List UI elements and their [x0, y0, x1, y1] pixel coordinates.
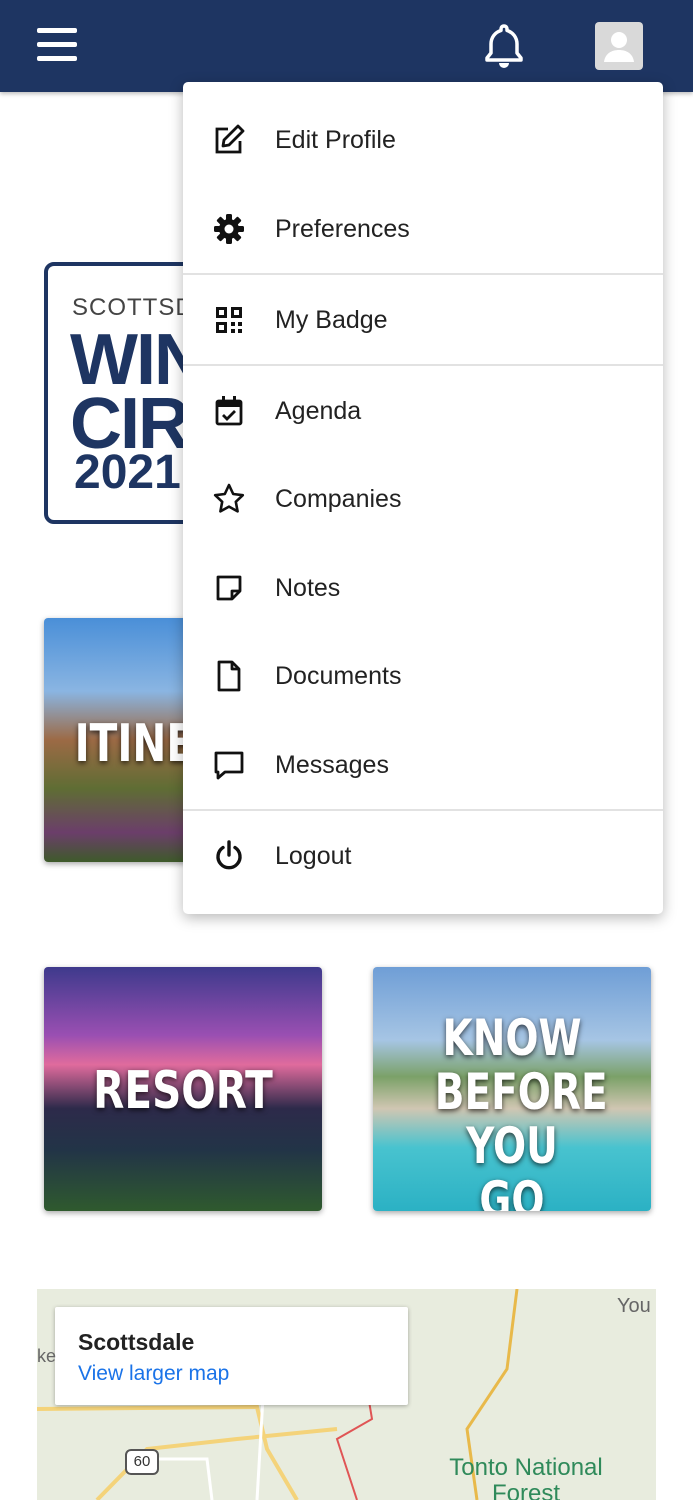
user-dropdown-menu: Edit Profile Preferences My Badge Agenda…	[183, 82, 663, 914]
logo-year: 2021	[74, 446, 181, 499]
calendar-check-icon	[211, 393, 247, 429]
edit-icon	[211, 122, 247, 158]
resort-tile[interactable]: RESORT	[44, 967, 322, 1211]
menu-item-messages[interactable]: Messages	[183, 725, 663, 805]
map-label-forest: Tonto National Forest	[449, 1454, 603, 1500]
menu-item-label: Companies	[275, 484, 402, 513]
menu-item-label: Edit Profile	[275, 125, 396, 154]
location-map[interactable]: Scottsdale View larger map You ke 60 Ton…	[37, 1289, 656, 1500]
menu-item-companies[interactable]: Companies	[183, 459, 663, 539]
message-icon	[211, 747, 247, 783]
menu-item-logout[interactable]: Logout	[183, 816, 663, 896]
gear-icon	[211, 211, 247, 247]
menu-item-label: Logout	[275, 841, 352, 870]
menu-item-label: Preferences	[275, 214, 410, 243]
menu-item-label: Messages	[275, 750, 389, 779]
know-before-you-go-tile[interactable]: KNOW BEFORE YOU GO	[373, 967, 651, 1211]
view-larger-map-link[interactable]: View larger map	[78, 1362, 229, 1386]
power-icon	[211, 838, 247, 874]
map-label-ke: ke	[37, 1346, 57, 1366]
menu-item-documents[interactable]: Documents	[183, 636, 663, 716]
menu-divider	[183, 273, 663, 275]
document-icon	[211, 658, 247, 694]
user-avatar-icon[interactable]	[595, 22, 643, 70]
tile-title: RESORT	[93, 1061, 273, 1121]
menu-item-label: Notes	[275, 573, 341, 602]
menu-item-label: Documents	[275, 661, 402, 690]
menu-item-label: Agenda	[275, 396, 362, 425]
map-info-card: Scottsdale View larger map	[55, 1307, 408, 1405]
hamburger-menu-icon[interactable]	[37, 28, 77, 64]
menu-divider	[183, 809, 663, 811]
menu-item-label: My Badge	[275, 305, 388, 334]
menu-divider	[183, 364, 663, 366]
top-app-bar	[0, 0, 693, 92]
map-place-name: Scottsdale	[78, 1329, 195, 1355]
menu-item-edit-profile[interactable]: Edit Profile	[183, 100, 663, 180]
note-icon	[211, 570, 247, 606]
menu-item-notes[interactable]: Notes	[183, 548, 663, 628]
tile-title: KNOW BEFORE YOU GO	[434, 1009, 608, 1211]
route-shield: 60	[125, 1449, 159, 1475]
menu-item-agenda[interactable]: Agenda	[183, 371, 663, 451]
map-label-you: You	[617, 1295, 651, 1317]
star-icon	[211, 481, 247, 517]
menu-item-preferences[interactable]: Preferences	[183, 189, 663, 269]
qr-code-icon	[211, 302, 247, 338]
bell-icon[interactable]	[482, 22, 526, 70]
menu-item-my-badge[interactable]: My Badge	[183, 280, 663, 360]
